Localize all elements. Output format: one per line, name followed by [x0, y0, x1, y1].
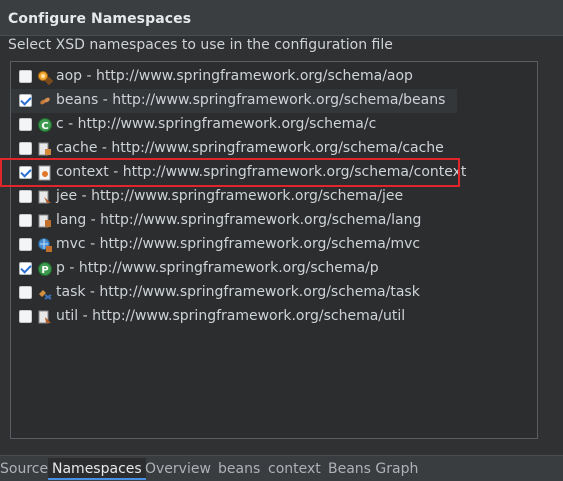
- namespace-label: util - http://www.springframework.org/sc…: [56, 308, 406, 324]
- namespace-list: aop - http://www.springframework.org/sch…: [10, 61, 538, 439]
- namespace-row-util[interactable]: util - http://www.springframework.org/sc…: [11, 305, 537, 329]
- namespace-checkbox-context[interactable]: [19, 166, 32, 179]
- c-icon: C: [37, 117, 53, 133]
- namespace-checkbox-mvc[interactable]: [19, 238, 32, 251]
- namespace-row-aop[interactable]: aop - http://www.springframework.org/sch…: [11, 65, 537, 89]
- cache-icon: [37, 141, 53, 157]
- section-description: Select XSD namespaces to use in the conf…: [8, 37, 393, 53]
- namespace-checkbox-aop[interactable]: [19, 70, 32, 83]
- util-icon: [37, 309, 53, 325]
- namespace-row-beans[interactable]: beans - http://www.springframework.org/s…: [11, 89, 457, 113]
- jee-icon: [37, 189, 53, 205]
- section-header: Configure Namespaces: [0, 0, 563, 36]
- namespace-row-lang[interactable]: lang - http://www.springframework.org/sc…: [11, 209, 537, 233]
- tab-source[interactable]: Source: [0, 458, 52, 480]
- p-icon: P: [37, 261, 53, 277]
- tab-overview[interactable]: Overview: [141, 458, 215, 480]
- tab-context[interactable]: context: [264, 458, 325, 480]
- namespace-label: c - http://www.springframework.org/schem…: [56, 116, 377, 132]
- namespace-checkbox-task[interactable]: [19, 286, 32, 299]
- context-icon: [37, 165, 53, 181]
- namespace-label: p - http://www.springframework.org/schem…: [56, 260, 379, 276]
- svg-text:P: P: [41, 265, 48, 276]
- namespace-checkbox-c[interactable]: [19, 118, 32, 131]
- namespace-row-task[interactable]: task - http://www.springframework.org/sc…: [11, 281, 537, 305]
- namespace-checkbox-lang[interactable]: [19, 214, 32, 227]
- section-title: Configure Namespaces: [8, 11, 192, 27]
- namespace-checkbox-jee[interactable]: [19, 190, 32, 203]
- namespace-label: context - http://www.springframework.org…: [56, 164, 467, 180]
- namespace-label: jee - http://www.springframework.org/sch…: [56, 188, 404, 204]
- svg-text:C: C: [41, 121, 48, 132]
- namespace-row-jee[interactable]: jee - http://www.springframework.org/sch…: [11, 185, 537, 209]
- namespace-label: mvc - http://www.springframework.org/sch…: [56, 236, 421, 252]
- namespace-label: task - http://www.springframework.org/sc…: [56, 284, 420, 300]
- aop-icon: [37, 69, 54, 86]
- beans-icon: [37, 93, 53, 109]
- editor-tab-bar: Source Namespaces Overview beans context…: [0, 455, 563, 481]
- namespace-checkbox-cache[interactable]: [19, 142, 32, 155]
- namespace-row-context[interactable]: context - http://www.springframework.org…: [11, 161, 537, 185]
- namespace-row-mvc[interactable]: mvc - http://www.springframework.org/sch…: [11, 233, 537, 257]
- namespace-checkbox-util[interactable]: [19, 310, 32, 323]
- namespace-label: beans - http://www.springframework.org/s…: [56, 92, 446, 108]
- namespace-label: lang - http://www.springframework.org/sc…: [56, 212, 422, 228]
- tab-beans[interactable]: beans: [214, 458, 264, 480]
- namespace-row-c[interactable]: C c - http://www.springframework.org/sch…: [11, 113, 537, 137]
- namespace-label: aop - http://www.springframework.org/sch…: [56, 68, 413, 84]
- namespace-label: cache - http://www.springframework.org/s…: [56, 140, 444, 156]
- namespace-checkbox-beans[interactable]: [19, 94, 32, 107]
- task-icon: [37, 285, 53, 301]
- namespace-row-p[interactable]: P p - http://www.springframework.org/sch…: [11, 257, 537, 281]
- namespace-row-cache[interactable]: cache - http://www.springframework.org/s…: [11, 137, 537, 161]
- tab-beans-graph[interactable]: Beans Graph: [324, 458, 422, 480]
- mvc-icon: [37, 237, 53, 253]
- namespace-checkbox-p[interactable]: [19, 262, 32, 275]
- lang-icon: [37, 213, 53, 229]
- tab-namespaces[interactable]: Namespaces: [48, 458, 146, 480]
- namespaces-editor: Configure Namespaces Select XSD namespac…: [0, 0, 563, 481]
